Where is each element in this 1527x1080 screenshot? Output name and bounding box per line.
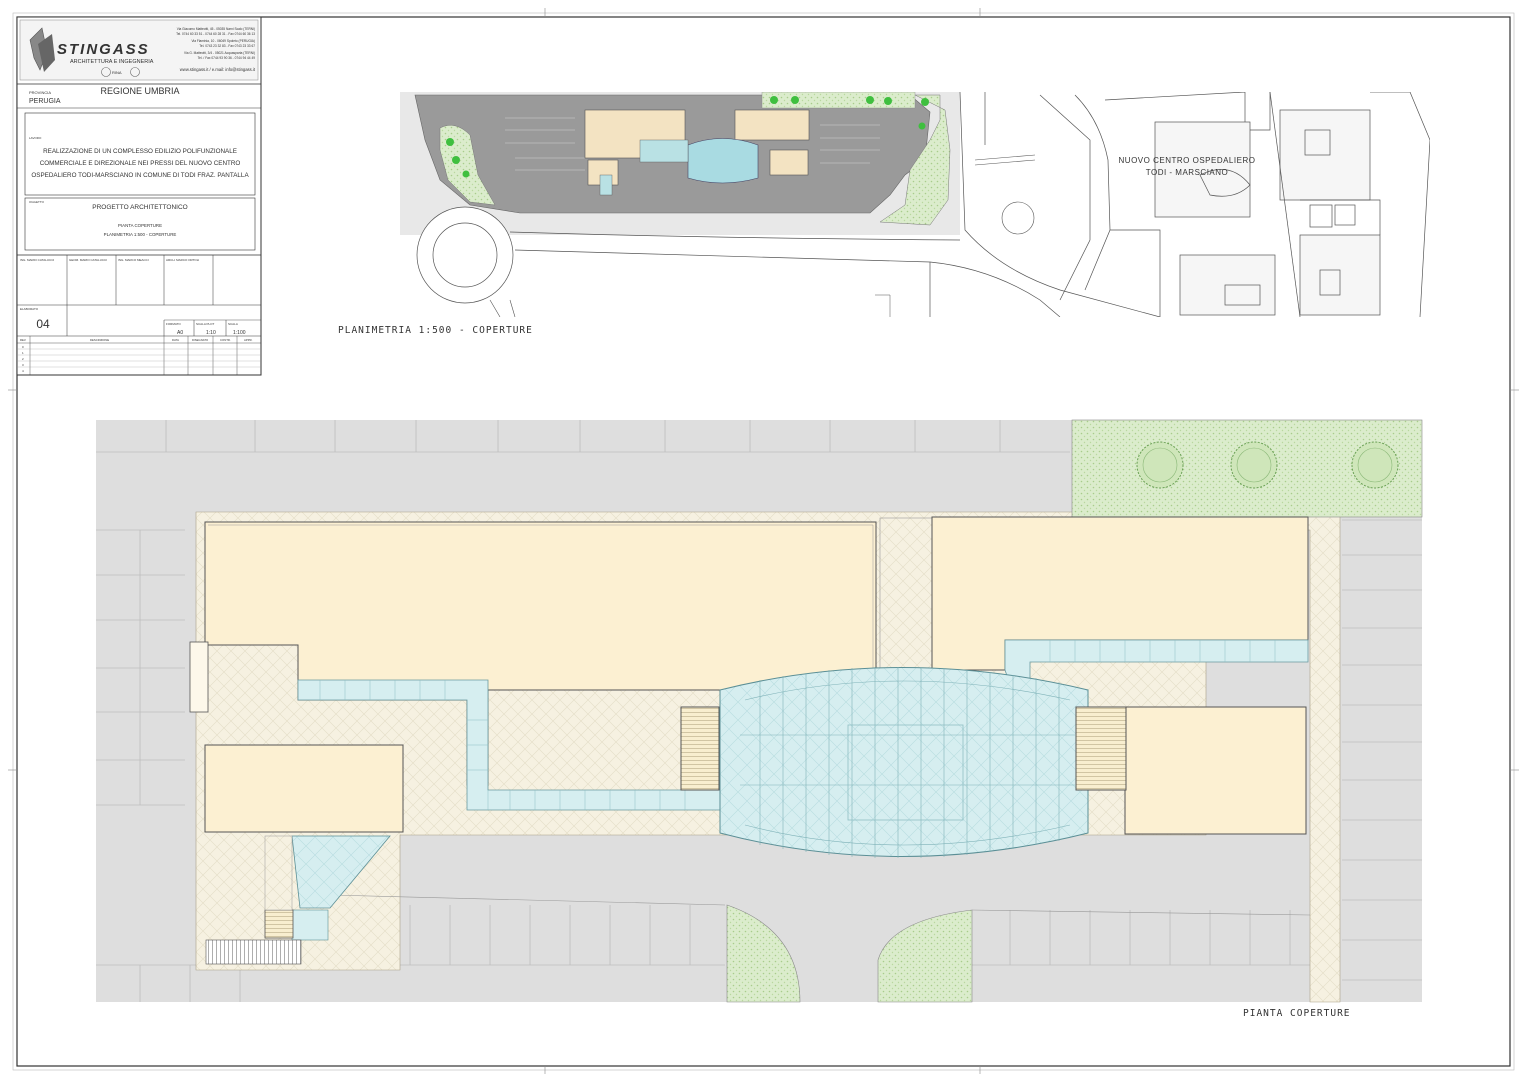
firm-tagline: ARCHITETTURA E INGEGNERIA (70, 59, 154, 65)
entrance-canopy-west (189, 641, 209, 713)
roof-plan-caption: PIANTA COPERTURE (1243, 1008, 1351, 1019)
signature-1: ING. MARIO CATALUCCI (20, 258, 54, 262)
stair-core-southwest (264, 909, 294, 939)
project-description-line-1: REALIZZAZIONE DI UN COMPLESSO EDILIZIO P… (43, 148, 237, 155)
format-value: A0 (177, 330, 183, 336)
roof-east-lower (1124, 706, 1307, 835)
subject-line-2: PIANTA COPERTURE (118, 223, 162, 228)
entrance-ramp-south (205, 939, 302, 965)
project-description-line-2: COMMERCIALE E DIREZIONALE NEI PRESSI DEL… (40, 160, 241, 167)
scale-label: SCALA (228, 322, 238, 326)
tree-icon (1230, 441, 1278, 489)
site-glass-canopy (687, 138, 759, 184)
province-value: PERUGIA (29, 98, 61, 105)
pedestrian-passage (879, 517, 933, 671)
signature-3: ING. MARCO MEACCI (118, 258, 149, 262)
plot-scale-value: 1:10 (206, 330, 216, 336)
rev-header-approved: APPR. (244, 338, 253, 342)
signature-2: GEOM. MARIO CATALUCCI (69, 258, 107, 262)
firm-web: www.stingass.it / e.mail: info@stingass.… (180, 67, 256, 72)
site-plan-caption: PLANIMETRIA 1:500 - COPERTURE (338, 325, 533, 336)
plot-scale-label: SCALA PLOT (196, 322, 215, 326)
signature-4: ARCH. MARCO ORTOLI (166, 258, 199, 262)
province-label: PROVINCIA (29, 90, 51, 95)
certification-label: RINA (112, 70, 122, 75)
firm-address-2: Via Flaminia, 10 - 06049 Spoleto (PERUGI… (191, 39, 255, 43)
firm-address-1: Via Giacomo Matteotti, 45 - 05035 Narni … (177, 27, 255, 31)
tree-row (1136, 441, 1399, 489)
glass-atrium (719, 667, 1089, 858)
site-plan: NUOVO CENTRO OSPEDALIERO TODI - MARSCIAN… (338, 92, 1430, 336)
firm-address-3: Via G. Matteotti, 3/4 - 05021 Acquaspart… (184, 51, 255, 55)
firm-contact-3: Tel. / Fax 0744 93 90 36 - 0744 94 44 49 (198, 56, 256, 60)
rev-header-checked: CONTR. (220, 338, 231, 342)
rev-header-rev: REV. (20, 338, 26, 342)
tree-icon (1136, 441, 1184, 489)
site-tree (770, 96, 778, 104)
scale-value: 1:100 (233, 330, 246, 336)
firm-logo: STINGASS ARCHITETTURA E INGEGNERIA RINA … (19, 19, 259, 81)
project-description-line-3: OSPEDALIERO TODI-MARSCIANO IN COMUNE DI … (31, 172, 249, 179)
oggetto-label: OGGETTO (29, 200, 45, 204)
stair-core-east (1075, 706, 1127, 791)
firm-contact-2: Tel. 0743 23 32 83 - Fax 0743 23 33 67 (199, 44, 255, 48)
site-green-strip-north (761, 92, 916, 109)
firm-contact-1: Tel. 0744 60 33 51 - 0744 60 28 31 - Fax… (176, 32, 255, 36)
subject-title: PROGETTO ARCHITETTONICO (92, 204, 187, 211)
rev-header-date: DATA (172, 338, 179, 342)
format-label: FORMATO (166, 322, 181, 326)
roof-plan: PIANTA COPERTURE (96, 419, 1423, 1019)
stair-core-west (680, 706, 720, 791)
sheet-label: ELABORATO (20, 307, 39, 311)
site-building-east (734, 109, 810, 141)
firm-name: STINGASS (57, 41, 150, 58)
subject-line-3: PLANIMETRIA 1:500 - COPERTURE (104, 232, 177, 237)
lavoro-label: LAVORO (29, 136, 42, 140)
region-title: REGIONE UMBRIA (100, 86, 179, 96)
hospital-label-line-2: TODI - MARSCIANO (1146, 168, 1229, 177)
rev-header-description: DESCRIZIONE (90, 338, 109, 342)
drawing-sheet: STINGASS ARCHITETTURA E INGEGNERIA RINA … (8, 8, 1519, 1074)
sheet-number: 04 (36, 317, 50, 331)
hospital-label-line-1: NUOVO CENTRO OSPEDALIERO (1119, 156, 1256, 165)
title-block: STINGASS ARCHITETTURA E INGEGNERIA RINA … (16, 16, 262, 376)
rev-header-drawn: DISEGNATO (192, 338, 209, 342)
roof-west-lower (204, 744, 404, 833)
tree-icon (1351, 441, 1399, 489)
